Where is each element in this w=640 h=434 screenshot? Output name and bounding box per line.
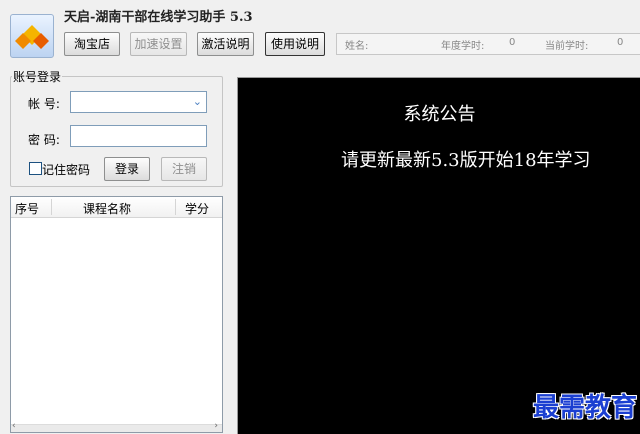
logout-button[interactable]: 注销 <box>161 157 207 181</box>
announcement-text: 请更新最新5.3版开始18年学习 <box>341 150 591 171</box>
password-field[interactable] <box>70 125 207 147</box>
annual-hours-value: 0 <box>509 37 516 48</box>
speed-settings-button[interactable]: 加速设置 <box>130 32 187 56</box>
account-combo[interactable]: ⌄ <box>70 91 207 113</box>
app-logo-icon <box>10 14 54 58</box>
user-info-bar: 姓名: 年度学时: 0 当前学时: 0 <box>336 33 640 55</box>
course-list-header: 序号 课程名称 学分 <box>11 197 222 218</box>
horizontal-scrollbar[interactable]: ‹ › <box>11 421 222 432</box>
taobao-store-button[interactable]: 淘宝店 <box>64 32 120 56</box>
scroll-right-icon[interactable]: › <box>214 421 218 431</box>
column-header-course-name[interactable]: 课程名称 <box>83 200 131 217</box>
announcement-panel: 系统公告 请更新最新5.3版开始18年学习 最需教育 <box>237 77 640 434</box>
column-divider[interactable] <box>51 199 52 215</box>
activation-guide-button[interactable]: 激活说明 <box>197 32 254 56</box>
password-label: 密 码: <box>28 133 60 147</box>
column-divider[interactable] <box>175 199 176 215</box>
column-header-credit[interactable]: 学分 <box>185 200 209 217</box>
column-header-index[interactable]: 序号 <box>15 200 39 217</box>
remember-password-checkbox[interactable] <box>29 162 42 175</box>
account-label: 帐 号: <box>28 97 60 111</box>
app-title: 天启-湖南干部在线学习助手 5.3 <box>64 10 253 25</box>
annual-hours-label: 年度学时: <box>441 41 485 52</box>
announcement-title: 系统公告 <box>403 104 476 125</box>
watermark-text: 最需教育 <box>532 393 637 423</box>
chevron-down-icon[interactable]: ⌄ <box>193 95 202 108</box>
login-group-title: 账号登录 <box>12 68 63 85</box>
usage-guide-button[interactable]: 使用说明 <box>265 32 325 56</box>
name-label: 姓名: <box>345 41 369 52</box>
current-hours-value: 0 <box>617 37 624 48</box>
current-hours-label: 当前学时: <box>545 41 589 52</box>
remember-password-label[interactable]: 记住密码 <box>42 161 90 178</box>
login-button[interactable]: 登录 <box>104 157 150 181</box>
scroll-left-icon[interactable]: ‹ <box>12 421 16 431</box>
course-list[interactable]: 序号 课程名称 学分 ‹ › <box>10 196 223 433</box>
